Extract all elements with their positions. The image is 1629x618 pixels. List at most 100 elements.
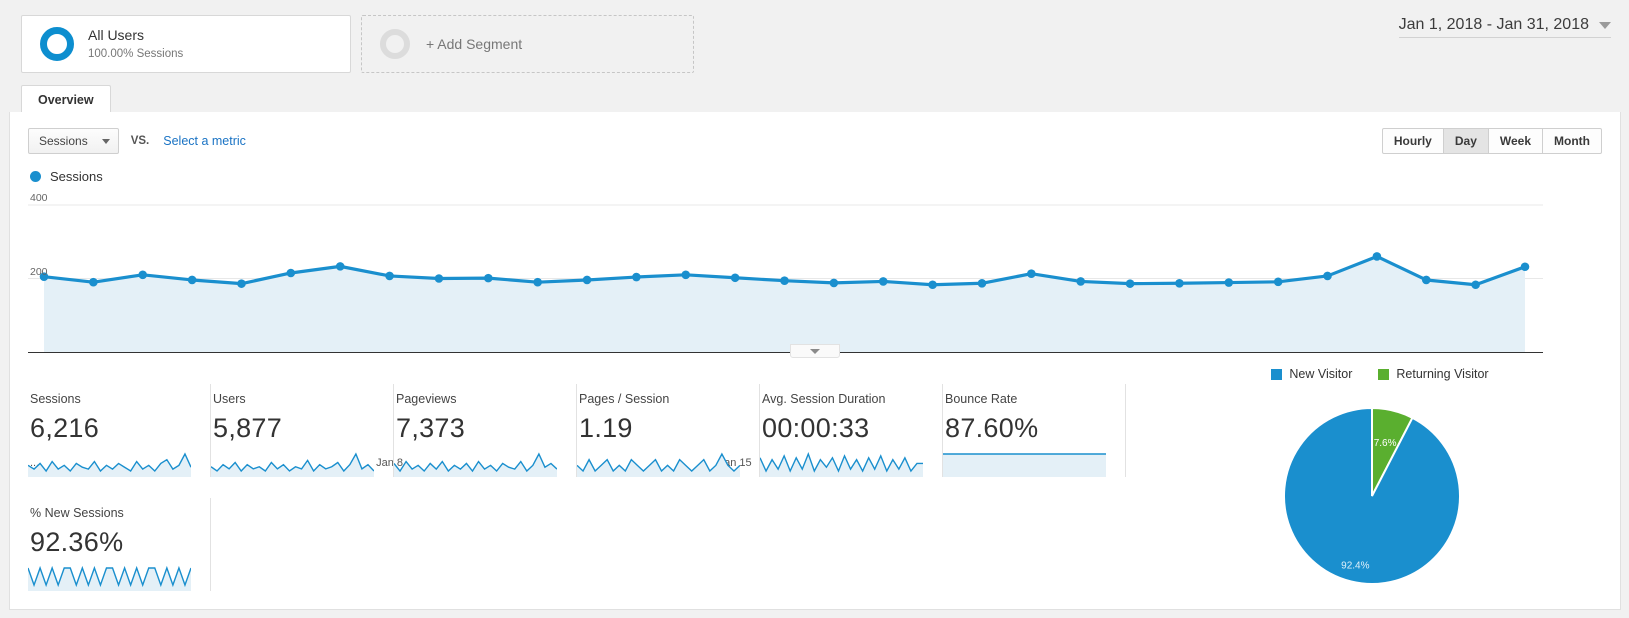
legend-swatch-new-visitor [1271,368,1283,380]
data-point[interactable] [1520,262,1530,272]
metric-card-value: 6,216 [30,413,100,443]
metric-card-new-sessions[interactable]: % New Sessions 92.36% [28,498,211,591]
data-point[interactable] [681,270,691,280]
date-range-text: Jan 1, 2018 - Jan 31, 2018 [1398,16,1589,33]
data-point[interactable] [1224,278,1234,287]
pie-slice-new-visitor[interactable] [1283,406,1461,585]
data-point[interactable] [829,278,839,288]
analytics-audience-overview: All Users 100.00% Sessions + Add Segment… [0,0,1629,618]
pie-legend: New Visitor Returning Visitor [1150,367,1610,381]
metric-card-value: 1.19 [579,413,633,443]
metric-card-inner: Sessions 6,216 [28,392,210,444]
metric-card-label: Users [213,392,246,406]
y-axis-tick-label: 200 [30,265,48,278]
select-a-metric-link[interactable]: Select a metric [163,134,246,148]
data-point[interactable] [286,268,296,278]
data-point[interactable] [632,272,641,282]
data-point[interactable] [1125,279,1135,288]
chart-expander-button[interactable] [790,344,840,358]
sparkline [577,452,740,477]
data-point[interactable] [1175,278,1184,288]
granularity-day[interactable]: Day [1443,128,1489,154]
tab-overview[interactable]: Overview [21,85,111,113]
data-point[interactable] [1471,280,1480,290]
segment-title: All Users [88,27,145,44]
metric-card-value: 5,877 [213,413,283,443]
granularity-week[interactable]: Week [1488,128,1544,154]
metric-card-label: Avg. Session Duration [762,392,886,406]
data-point[interactable] [1076,277,1085,286]
sparkline [943,453,1106,477]
metric-card-label: Sessions [30,392,81,406]
data-point[interactable] [484,273,493,283]
data-point[interactable] [1273,277,1283,287]
metric-card-inner: Bounce Rate 87.60% [943,392,1125,444]
data-point[interactable] [582,275,592,285]
metric-card-sessions[interactable]: Sessions 6,216 [28,384,211,477]
legend-label-new-visitor: New Visitor [1289,367,1353,381]
data-point[interactable] [1372,252,1382,261]
data-point[interactable] [335,262,345,271]
data-point[interactable] [1323,271,1332,281]
metric-select-value: Sessions [39,134,88,148]
metric-card-value: 00:00:33 [762,413,870,443]
data-point[interactable] [1421,275,1431,285]
data-point[interactable] [1027,269,1036,279]
metric-card-pages-session[interactable]: Pages / Session 1.19 [577,384,760,477]
metric-card-label: Pages / Session [579,392,670,406]
granularity-month[interactable]: Month [1543,128,1602,154]
data-point[interactable] [187,275,197,285]
pie-slice-label: 7.6% [1374,438,1397,449]
chevron-down-icon [1599,21,1611,29]
segment-text: All Users 100.00% Sessions [88,27,183,61]
line-chart-svg [28,204,1543,353]
data-point[interactable] [434,274,444,283]
data-point[interactable] [977,278,987,288]
metric-cards: Sessions 6,216 Users 5,877 Pageviews 7,373 … [28,384,1138,591]
metric-card-users[interactable]: Users 5,877 [211,384,394,477]
pie-legend-returning-visitor[interactable]: Returning Visitor [1378,367,1489,381]
data-point[interactable] [780,276,789,286]
data-point[interactable] [138,270,148,280]
y-axis-tick-label: 400 [30,192,48,204]
data-point[interactable] [878,277,888,286]
tab-strip: Overview [0,85,1629,113]
data-point[interactable] [730,273,740,283]
granularity-hourly[interactable]: Hourly [1381,128,1444,154]
metric-card-value: 92.36% [30,527,124,557]
metric-card-label: % New Sessions [30,506,124,520]
segment-bar: All Users 100.00% Sessions + Add Segment [0,0,1629,80]
donut-icon [40,27,74,61]
metric-card-bounce-rate[interactable]: Bounce Rate 87.60% [943,384,1126,477]
metric-card-pageviews[interactable]: Pageviews 7,373 [394,384,577,477]
data-point[interactable] [928,280,937,290]
series-legend: Sessions [30,169,103,184]
visitor-type-pie-chart: New Visitor Returning Visitor 7.6% 92.4% [1150,367,1610,597]
metric-selector-row: Sessions VS. Select a metric [28,128,246,154]
data-point[interactable] [237,279,246,288]
pie-svg[interactable]: 7.6% 92.4% [1150,381,1610,586]
main-panel: Sessions VS. Select a metric Hourly Day … [9,112,1621,610]
data-point[interactable] [533,277,542,287]
metric-card-row-1: Sessions 6,216 Users 5,877 Pageviews 7,373 … [28,384,1138,477]
metric-select[interactable]: Sessions [28,128,119,154]
date-range-picker[interactable]: Jan 1, 2018 - Jan 31, 2018 [1398,16,1611,38]
data-point[interactable] [385,271,394,281]
metric-card-row-filler [211,498,1111,591]
granularity-button-group: Hourly Day Week Month [1381,128,1602,154]
donut-outline-icon [380,29,410,59]
sessions-line-chart[interactable] [28,192,1543,364]
metric-card-label: Bounce Rate [945,392,1018,406]
metric-card-label: Pageviews [396,392,457,406]
pie-legend-new-visitor[interactable]: New Visitor [1271,367,1352,381]
segment-card-all-users[interactable]: All Users 100.00% Sessions [21,15,351,73]
sparkline [28,565,191,591]
segment-subtitle: 100.00% Sessions [88,47,184,60]
add-segment-button[interactable]: + Add Segment [361,15,694,73]
sparkline [760,452,923,477]
sparkline [28,452,191,477]
metric-card-avg-session-duration[interactable]: Avg. Session Duration 00:00:33 [760,384,943,477]
metric-card-inner: Pageviews 7,373 [394,392,576,444]
data-point[interactable] [89,277,98,287]
chevron-down-icon [810,348,820,354]
